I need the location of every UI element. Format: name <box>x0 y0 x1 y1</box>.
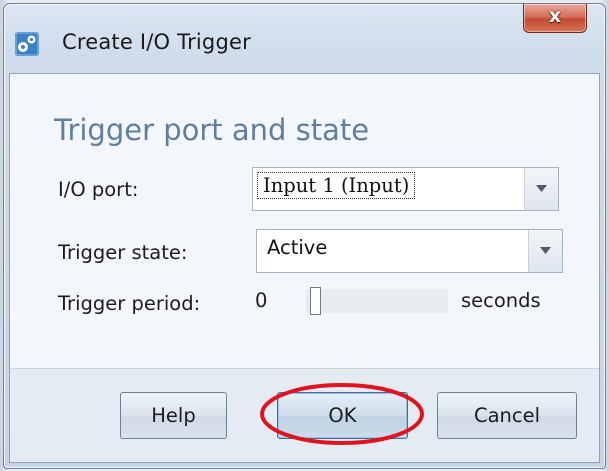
chevron-down-icon <box>540 247 551 254</box>
window-title: Create I/O Trigger <box>62 30 251 54</box>
help-button[interactable]: Help <box>120 392 227 439</box>
close-icon: x <box>548 5 562 27</box>
trigger-period-unit: seconds <box>461 289 541 312</box>
trigger-state-dropdown[interactable]: Active <box>256 229 563 273</box>
trigger-period-label: Trigger period: <box>58 292 201 315</box>
cancel-button[interactable]: Cancel <box>437 392 577 439</box>
io-port-dropdown-button[interactable] <box>524 168 558 210</box>
trigger-period-value: 0 <box>255 289 268 312</box>
io-port-selected-value: Input 1 (Input) <box>256 172 416 199</box>
trigger-state-selected-value: Active <box>267 236 328 259</box>
section-heading: Trigger port and state <box>54 113 370 147</box>
trigger-state-label: Trigger state: <box>58 241 188 264</box>
close-button[interactable]: x <box>523 4 587 33</box>
chevron-down-icon <box>536 185 547 192</box>
title-bar[interactable]: Create I/O Trigger x <box>4 4 605 78</box>
trigger-gear-icon <box>15 32 39 56</box>
trigger-state-dropdown-button[interactable] <box>528 230 562 272</box>
io-port-dropdown[interactable]: Input 1 (Input) <box>252 167 559 211</box>
ok-button[interactable]: OK <box>277 392 408 439</box>
trigger-period-slider-thumb[interactable] <box>310 287 321 315</box>
trigger-period-slider-track[interactable] <box>306 289 448 313</box>
io-port-label: I/O port: <box>58 178 139 201</box>
